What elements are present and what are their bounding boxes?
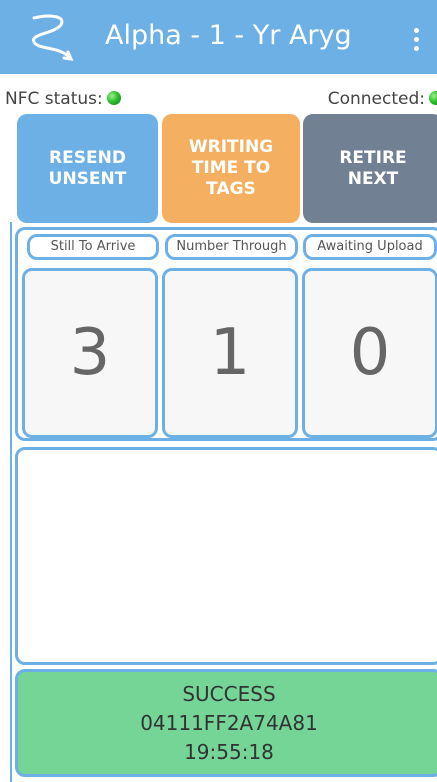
- status-row: NFC status: Connected:: [0, 86, 437, 112]
- writing-time-to-tags-button[interactable]: WRITING TIME TO TAGS: [162, 114, 300, 223]
- signature-logo-icon[interactable]: [20, 12, 78, 66]
- log-area[interactable]: [15, 447, 437, 665]
- awaiting-upload-count[interactable]: 0: [302, 268, 437, 438]
- app-bar: Alpha - 1 - Yr Aryg: [0, 0, 437, 74]
- nfc-status-led-icon: [106, 91, 121, 105]
- app-title: Alpha - 1 - Yr Aryg: [105, 20, 352, 51]
- connection-status: Connected:: [328, 86, 437, 112]
- overflow-menu-icon[interactable]: [414, 28, 420, 54]
- nfc-status: NFC status:: [5, 86, 121, 112]
- still-to-arrive-label: Still To Arrive: [27, 234, 159, 260]
- still-to-arrive-count[interactable]: 3: [22, 268, 158, 438]
- nfc-status-label: NFC status:: [5, 89, 103, 109]
- result-tag-id: 04111FF2A74A81: [140, 711, 318, 735]
- number-through-count[interactable]: 1: [162, 268, 298, 438]
- result-panel: SUCCESS 04111FF2A74A81 19:55:18: [15, 669, 437, 777]
- result-status: SUCCESS: [182, 682, 276, 706]
- result-time: 19:55:18: [184, 740, 274, 764]
- number-through-label: Number Through: [165, 234, 298, 260]
- connected-led-icon: [429, 91, 437, 105]
- retire-next-button[interactable]: RETIRE NEXT: [303, 114, 437, 223]
- resend-unsent-button[interactable]: RESEND UNSENT: [17, 114, 158, 223]
- frame-border: [10, 222, 12, 782]
- awaiting-upload-label: Awaiting Upload: [303, 234, 437, 260]
- connected-label: Connected:: [327, 89, 425, 109]
